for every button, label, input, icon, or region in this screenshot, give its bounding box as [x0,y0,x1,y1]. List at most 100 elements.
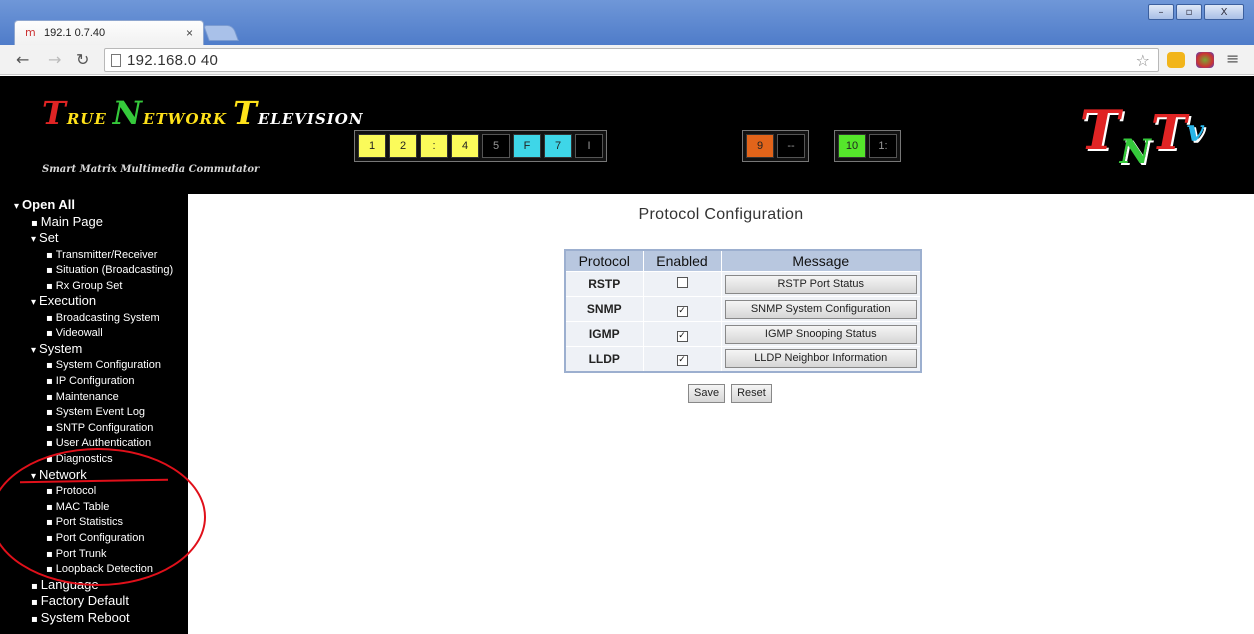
sidebar-item-label[interactable]: Rx Group Set [56,280,123,292]
sidebar-item[interactable]: ▪ Situation (Broadcasting) [14,263,188,279]
enabled-checkbox[interactable]: ✓ [676,330,688,342]
bullet-icon: ▪ [46,328,53,340]
protocol-name: SNMP [564,296,644,322]
sidebar-item-label[interactable]: Maintenance [56,391,119,403]
back-arrow-icon[interactable]: ← [16,50,29,69]
sidebar-item[interactable]: ▪ IP Configuration [14,374,188,390]
message-button[interactable]: LLDP Neighbor Information [724,349,917,369]
url-text[interactable]: 192.168.0 40 [127,52,218,69]
channel-button[interactable]: F [513,134,541,158]
tagline: Smart Matrix Multimedia Commutator [42,164,260,175]
sidebar-item-label[interactable]: Broadcasting System [56,312,160,324]
bullet-icon: ▪ [46,376,53,388]
sidebar-item-label[interactable]: System [39,341,82,356]
protocol-name: IGMP [564,321,644,347]
enabled-checkbox[interactable] [676,277,688,288]
brand-word: NETWORK [113,94,228,132]
channel-button[interactable]: 10 [838,134,866,158]
sidebar-item[interactable]: ▾ Execution [14,294,188,311]
bullet-icon: ▪ [46,360,53,372]
bullet-icon: ▪ [46,280,53,292]
sidebar-item[interactable]: ▪ SNTP Configuration [14,421,188,437]
maximize-button[interactable]: ▫ [1176,4,1202,20]
sidebar-item-label[interactable]: Factory Default [41,593,129,608]
close-window-button[interactable]: X [1204,4,1244,20]
sidebar-item-label[interactable]: Transmitter/Receiver [56,249,158,261]
enabled-cell: ✓ [642,321,722,347]
message-button[interactable]: RSTP Port Status [724,274,917,294]
channel-button[interactable]: 9 [746,134,774,158]
channel-button[interactable]: 1: [869,134,897,158]
channel-button[interactable]: 5 [482,134,510,158]
brand-rest: ETWORK [143,110,228,128]
channel-button[interactable]: 4 [451,134,479,158]
enabled-checkbox[interactable]: ✓ [676,355,688,367]
minimize-button[interactable]: – [1148,4,1174,20]
reload-icon[interactable]: ↻ [76,50,89,69]
sidebar-item-label[interactable]: Execution [39,293,96,309]
sidebar-item[interactable]: ▪ System Reboot [14,610,188,628]
forward-arrow-icon[interactable]: → [48,50,61,69]
save-button[interactable]: Save [688,384,726,403]
sidebar-item-label[interactable]: Situation (Broadcasting) [56,264,173,276]
menu-icon[interactable]: ≡ [1226,49,1239,68]
channel-group-c: 10 1: [834,130,901,162]
page-icon [111,53,121,67]
sidebar-item-label[interactable]: System Reboot [41,610,130,625]
favicon-icon: m [25,26,36,39]
sidebar-item[interactable]: ▪ Maintenance [14,390,188,406]
channel-button[interactable]: : [420,134,448,158]
channel-button[interactable]: 2 [389,134,417,158]
enabled-cell: ✓ [642,346,722,372]
sidebar-item[interactable]: ▪ System Event Log [14,405,188,421]
message-cell: IGMP Snooping Status [720,321,922,347]
browser-tab[interactable]: m 192.1 0.7.40 × [14,20,204,45]
page-title: Protocol Configuration [638,206,804,223]
table-row: RSTP RSTP Port Status [564,271,922,297]
table-row: SNMP ✓ SNMP System Configuration [564,296,922,322]
sidebar-item[interactable]: ▾ Open All [14,197,188,215]
table-row: LLDP ✓ LLDP Neighbor Information [564,346,922,372]
protocol-table: Protocol Enabled Message RSTP RSTP Port S… [564,249,922,373]
sidebar-item[interactable]: ▪ Rx Group Set [14,279,188,295]
sidebar-item-label[interactable]: Videowall [56,327,103,339]
sidebar-item[interactable]: ▪ Videowall [14,326,188,342]
sidebar-item[interactable]: ▪ Main Page [14,214,188,232]
reset-button[interactable]: Reset [731,384,772,403]
bullet-icon: ▪ [31,597,38,609]
sidebar-item[interactable]: ▪ System Configuration [14,358,188,374]
sidebar-item-label[interactable]: System Configuration [56,359,161,371]
sidebar-item-label[interactable]: Set [39,230,59,245]
new-tab-button[interactable] [203,25,239,41]
brand-capital: N [112,94,144,132]
channel-button[interactable]: -- [777,134,805,158]
main-content: Protocol Configuration Protocol Enabled … [188,194,1254,634]
extension-icon[interactable] [1167,52,1185,68]
sidebar-item-label[interactable]: SNTP Configuration [56,422,154,434]
bookmark-star-icon[interactable]: ☆ [1136,51,1150,70]
bullet-icon: ▪ [31,580,38,592]
sidebar-item[interactable]: ▾ System [14,341,188,359]
column-header: Enabled [642,249,722,272]
address-bar[interactable]: 192.168.0 40 ☆ [104,48,1159,72]
sidebar-item-label[interactable]: Main Page [41,214,103,229]
channel-button[interactable]: 7 [544,134,572,158]
channel-button[interactable]: I [575,134,603,158]
sidebar-item-label[interactable]: Open All [22,197,75,212]
extension-icon[interactable] [1196,52,1214,68]
caret-down-icon: ▾ [14,201,20,212]
table-header-row: Protocol Enabled Message [564,249,922,272]
bullet-icon: ▪ [46,265,53,277]
message-button[interactable]: SNMP System Configuration [724,299,917,319]
sidebar-item-label[interactable]: IP Configuration [56,375,135,387]
sidebar-item-label[interactable]: System Event Log [56,406,145,418]
message-button[interactable]: IGMP Snooping Status [724,324,917,344]
sidebar-item[interactable]: ▾ Set [14,230,188,248]
sidebar-item[interactable]: ▪ Transmitter/Receiver [14,248,188,264]
sidebar-item[interactable]: ▪ Factory Default [14,593,188,611]
bullet-icon: ▪ [46,407,53,419]
sidebar-item[interactable]: ▪ Broadcasting System [14,311,188,327]
enabled-checkbox[interactable]: ✓ [676,305,688,317]
channel-button[interactable]: 1 [358,134,386,158]
tab-close-icon[interactable]: × [186,26,193,40]
